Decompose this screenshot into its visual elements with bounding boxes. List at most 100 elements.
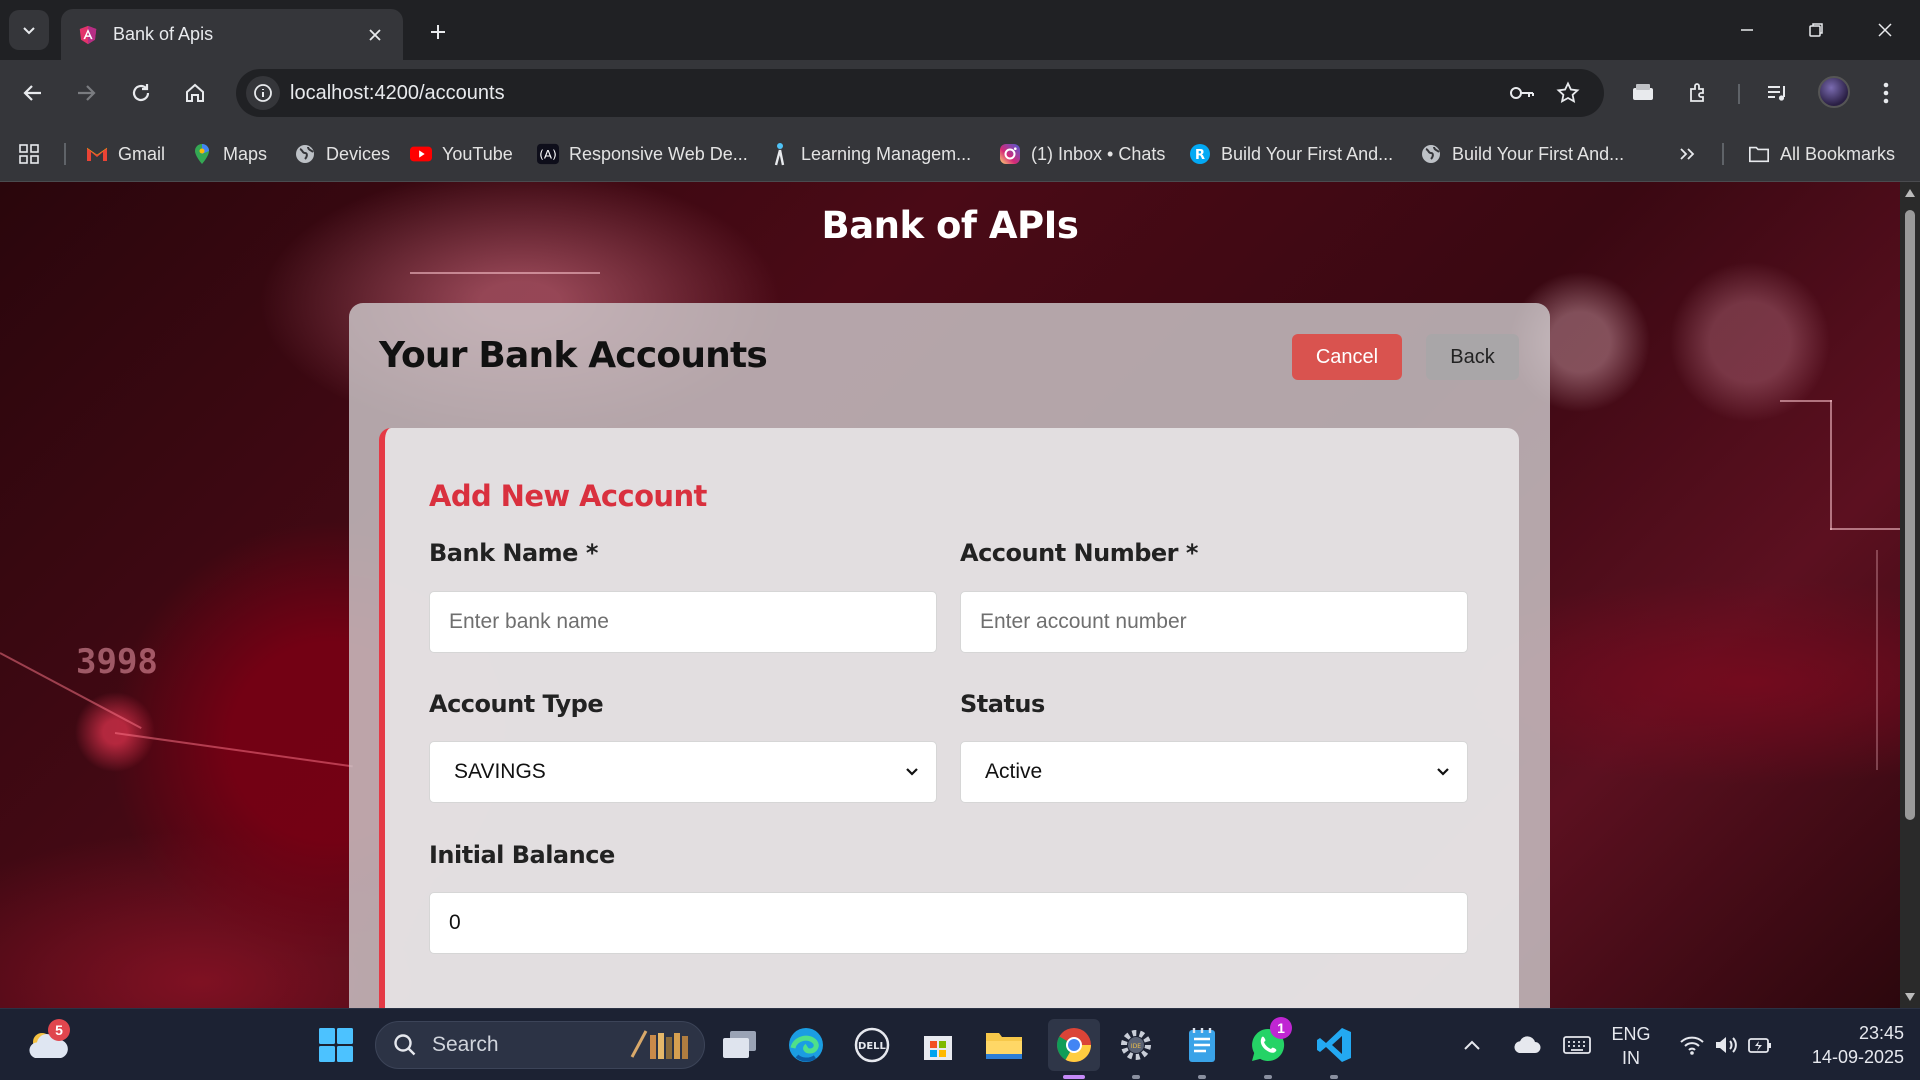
microsoft-store-app[interactable] — [916, 1023, 960, 1067]
taskbar-search[interactable]: Search — [375, 1021, 705, 1069]
chrome-app[interactable] — [1048, 1019, 1100, 1071]
initial-balance-input[interactable]: 0 — [429, 892, 1468, 954]
cast-icon[interactable] — [1624, 74, 1662, 112]
address-bar[interactable]: localhost:4200/accounts — [236, 69, 1604, 117]
minimize-button[interactable] — [1724, 10, 1770, 50]
double-chevron-right-icon — [1680, 148, 1695, 160]
status-label: Status — [960, 690, 1045, 718]
maps-icon — [191, 143, 213, 165]
chrome-active-indicator — [1063, 1075, 1085, 1079]
language-indicator[interactable]: ENG IN — [1604, 1022, 1658, 1070]
angular-icon: (A) — [537, 143, 559, 165]
vscode-app[interactable] — [1312, 1023, 1356, 1067]
scroll-thumb[interactable] — [1905, 210, 1915, 820]
apps-grid-button[interactable] — [18, 140, 40, 168]
all-bookmarks-button[interactable]: All Bookmarks — [1748, 140, 1895, 168]
status-select[interactable]: Active — [960, 741, 1468, 803]
running-indicator — [1264, 1075, 1272, 1079]
region-code: IN — [1622, 1048, 1640, 1068]
chevron-down-icon — [1437, 768, 1449, 776]
bookmark-instagram-inbox[interactable]: (1) Inbox • Chats — [999, 140, 1165, 168]
bookmarks-divider — [1722, 143, 1724, 165]
bookmark-devices[interactable]: Devices — [294, 140, 390, 168]
bookmark-responsive-web[interactable]: (A) Responsive Web De... — [537, 140, 748, 168]
edge-app[interactable] — [784, 1023, 828, 1067]
password-key-icon[interactable] — [1506, 77, 1538, 109]
onedrive-tray[interactable] — [1504, 1023, 1550, 1067]
restore-icon — [1809, 23, 1823, 37]
home-button[interactable] — [176, 74, 214, 112]
scroll-up-arrow-icon[interactable] — [1904, 188, 1916, 198]
form-title: Add New Account — [429, 479, 707, 513]
arrow-right-icon — [78, 85, 96, 101]
close-window-button[interactable] — [1862, 10, 1908, 50]
file-explorer-app[interactable] — [982, 1023, 1026, 1067]
angular-favicon-icon — [79, 25, 97, 44]
profile-avatar[interactable] — [1818, 76, 1850, 108]
browser-toolbar: localhost:4200/accounts — [0, 60, 1920, 126]
bookmark-youtube[interactable]: YouTube — [410, 140, 513, 168]
bookmark-label: Build Your First And... — [1221, 143, 1394, 164]
browser-tab[interactable]: Bank of Apis — [61, 9, 403, 60]
background-line — [1780, 400, 1832, 402]
accounts-panel: Your Bank Accounts Cancel Back Add New A… — [349, 303, 1550, 1008]
gear-icon: IDE — [1121, 1030, 1151, 1060]
svg-text:R: R — [1195, 148, 1205, 163]
tab-search-button[interactable] — [9, 10, 49, 50]
task-view-button[interactable] — [718, 1023, 762, 1067]
bank-name-input[interactable]: Enter bank name — [429, 591, 937, 653]
weather-widget[interactable]: 5 — [26, 1019, 70, 1067]
tab-strip: Bank of Apis — [0, 0, 1920, 60]
back-button[interactable]: Back — [1426, 334, 1519, 380]
clock[interactable]: 23:45 14-09-2025 — [1792, 1021, 1904, 1069]
page-title: Your Bank Accounts — [379, 335, 768, 376]
settings-app[interactable]: IDE — [1114, 1023, 1158, 1067]
bookmark-learning-management[interactable]: Learning Managem... — [769, 140, 971, 168]
reload-icon — [132, 84, 150, 102]
bookmark-build-first-app-2[interactable]: Build Your First And... — [1420, 140, 1624, 168]
running-indicator — [1330, 1075, 1338, 1079]
start-button[interactable] — [314, 1023, 358, 1067]
background-number: 3998 — [76, 642, 158, 682]
menu-kebab-icon[interactable] — [1867, 74, 1905, 112]
running-indicator — [1132, 1075, 1140, 1079]
search-highlight-icon — [630, 1030, 688, 1059]
extensions-icon[interactable] — [1680, 74, 1718, 112]
account-type-select[interactable]: SAVINGS — [429, 741, 937, 803]
bookmark-build-first-app-1[interactable]: R Build Your First And... — [1189, 140, 1393, 168]
bookmark-label: Build Your First And... — [1452, 143, 1625, 164]
scroll-down-arrow-icon[interactable] — [1904, 992, 1916, 1002]
account-number-input[interactable]: Enter account number — [960, 591, 1468, 653]
search-label: Search — [432, 1033, 499, 1056]
restore-button[interactable] — [1793, 10, 1839, 50]
dell-app[interactable]: DELL — [850, 1023, 894, 1067]
show-hidden-icons-button[interactable] — [1456, 1023, 1488, 1067]
bookmark-gmail[interactable]: Gmail — [86, 140, 165, 168]
url-text[interactable]: localhost:4200/accounts — [290, 82, 505, 105]
media-controls-icon[interactable] — [1758, 74, 1796, 112]
more-bookmarks-button[interactable] — [1678, 140, 1696, 168]
chevron-down-icon — [23, 27, 35, 35]
close-tab-icon[interactable] — [363, 23, 387, 47]
quick-settings-tray[interactable] — [1666, 1023, 1786, 1067]
back-nav-button[interactable] — [14, 74, 52, 112]
globe-icon — [294, 143, 316, 165]
keyboard-icon — [1563, 1036, 1591, 1054]
cancel-button[interactable]: Cancel — [1292, 334, 1402, 380]
forward-nav-button[interactable] — [67, 74, 105, 112]
reload-button[interactable] — [122, 74, 160, 112]
keyboard-tray[interactable] — [1554, 1023, 1600, 1067]
site-info-icon[interactable] — [246, 76, 280, 110]
page-scrollbar[interactable] — [1900, 182, 1920, 1008]
account-type-label: Account Type — [429, 690, 604, 718]
bookmark-maps[interactable]: Maps — [191, 140, 267, 168]
initial-balance-label: Initial Balance — [429, 841, 615, 869]
dell-logo-icon: DELL — [854, 1027, 890, 1063]
background-line — [114, 732, 353, 768]
svg-text:(A): (A) — [539, 148, 556, 162]
bookmark-star-icon[interactable] — [1552, 77, 1584, 109]
notepad-app[interactable] — [1180, 1023, 1224, 1067]
all-bookmarks-label: All Bookmarks — [1780, 143, 1896, 164]
whatsapp-app[interactable]: 1 — [1246, 1017, 1292, 1067]
new-tab-button[interactable] — [420, 14, 456, 50]
